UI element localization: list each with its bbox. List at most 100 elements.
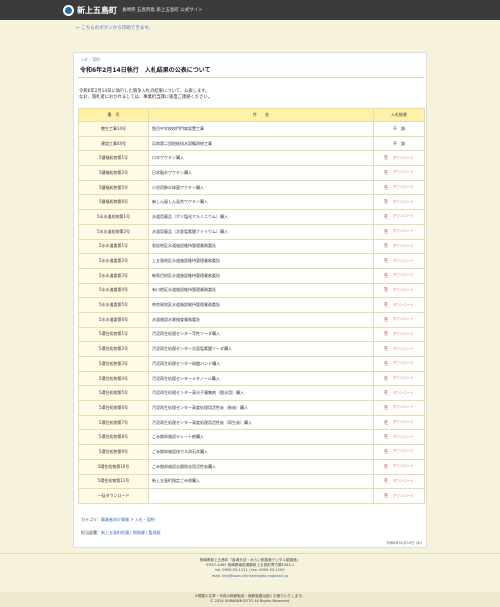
row-subject: ロタワクチン購入 xyxy=(148,150,374,167)
pdf-download-link[interactable]: ⎘ ダウンロード xyxy=(384,390,414,397)
pdf-label: ダウンロード xyxy=(392,420,414,425)
table-row: 5環住処物第10号 ごみ燃却施設水銀除去用活性炭購入 ⎘ ダウンロード xyxy=(78,458,425,475)
pdf-download-link[interactable]: ⎘ ダウンロード xyxy=(384,464,414,470)
row-number: 5水水道委第5号 xyxy=(78,297,149,313)
pdf-download-link[interactable]: ⎘ ダウンロード xyxy=(384,331,414,338)
copyright-text: © 2024 SHINKAMIGOTO All Rights Reserved. xyxy=(209,599,291,603)
pdf-download-link[interactable]: ⎘ ダウンロード xyxy=(384,243,414,250)
pdf-download-link[interactable]: ⎘ ダウンロード xyxy=(384,317,414,323)
site-subtitle: 長崎県 五島列島 新上五島町 公式サイト xyxy=(122,8,203,13)
print-link[interactable]: ← こちらのボタンから印刷できます。 xyxy=(76,25,153,31)
pdf-download-link[interactable]: ⎘ ダウンロード xyxy=(384,361,414,367)
row-subject: 汚泥再生処理センター硫酸バンド購入 xyxy=(148,356,374,372)
row-result: ⎘ ダウンロード xyxy=(373,400,425,416)
pdf-download-link[interactable]: ⎘ ダウンロード xyxy=(384,493,414,500)
row-subject: 汚泥再生処理センター高分子凝集剤（脱水用）購入 xyxy=(148,385,374,402)
pdf-label: ダウンロード xyxy=(392,258,414,263)
pdf-download-link[interactable]: ⎘ ダウンロード xyxy=(384,346,414,353)
category-label: カテゴリ： xyxy=(81,517,101,522)
pdf-icon: ⎘ xyxy=(384,347,388,353)
row-subject: ごみ燃却施設水銀除去用活性炭購入 xyxy=(148,458,374,475)
pdf-download-link[interactable]: ⎘ ダウンロード xyxy=(384,405,414,411)
table-row: 5環住処物第6号 汚泥再生処理センター高度処理用活性炭（新炭）購入 ⎘ ダウンロード xyxy=(78,400,425,416)
row-subject: 新魚目地区水道施設維持管理業務委託 xyxy=(148,267,374,284)
row-subject: 汚泥再生処理センターメタノール購入 xyxy=(148,370,374,387)
row-number: 5健福処物第2号 xyxy=(78,165,149,181)
table-row: 5水水道委第5号 奈良尾地区水道施設維持管理業務委託 ⎘ ダウンロード xyxy=(78,297,425,313)
pdf-download-link[interactable]: ⎘ ダウンロード xyxy=(384,258,414,265)
pdf-label: ダウンロード xyxy=(392,287,414,292)
site-name[interactable]: 新上五島町 xyxy=(77,5,117,16)
row-subject: 有川地区水道施設維持管理業務委託 xyxy=(148,282,374,299)
pdf-download-link[interactable]: ⎘ ダウンロード xyxy=(384,478,414,485)
row-result: ⎘ ダウンロード xyxy=(373,429,425,446)
row-number: 5環住処物第11号 xyxy=(78,473,149,490)
row-number: 5水水道委第3号 xyxy=(78,267,149,284)
pdf-label: ダウンロード xyxy=(392,493,414,498)
row-subject xyxy=(148,488,374,504)
pdf-download-link[interactable]: ⎘ ダウンロード xyxy=(384,434,414,441)
row-number: 5環住処物第6号 xyxy=(78,400,149,416)
pdf-download-link[interactable]: ⎘ ダウンロード xyxy=(384,287,414,294)
pdf-download-link[interactable]: ⎘ ダウンロード xyxy=(384,273,414,279)
row-result: ⎘ ダウンロード xyxy=(373,267,425,284)
row-number: 5環住処物第4号 xyxy=(78,370,149,387)
pdf-download-link[interactable]: ⎘ ダウンロード xyxy=(384,420,414,426)
table-row: 5健福処物第1号 ロタワクチン購入 ⎘ ダウンロード xyxy=(78,150,425,167)
row-subject: 小児用肺炎球菌ワクチン購入 xyxy=(148,179,374,196)
table-row: 5水水道委第3号 新魚目地区水道施設維持管理業務委託 ⎘ ダウンロード xyxy=(78,267,425,284)
table-row: 5水水道委第6号 水道施設水質検査業務委託 ⎘ ダウンロード xyxy=(78,311,425,328)
table-row: 5環住処物第7号 汚泥再生処理センター高度処理用活性炭（再生炭）購入 ⎘ ダウンロード xyxy=(78,414,425,431)
row-subject: ごみ燃却施設キレート剤購入 xyxy=(148,429,374,446)
pdf-icon: ⎘ xyxy=(384,376,388,382)
pdf-download-link[interactable]: ⎘ ダウンロード xyxy=(384,170,414,176)
category-row: カテゴリ：事業者向け情報 > 入札・契約 xyxy=(81,517,155,523)
row-result: ⎘ ダウンロード xyxy=(373,194,425,211)
row-subject: 浜串第二団地給排水設備改修工事 xyxy=(148,135,374,152)
table-row: 5水水道委第1号 若松地区水道施設維持管理業務委託 ⎘ ダウンロード xyxy=(78,238,425,255)
row-subject: 魚目中学校校門門扉設置工事 xyxy=(148,121,374,137)
pdf-icon: ⎘ xyxy=(384,361,388,367)
row-subject: 日本脳炎ワクチン購入 xyxy=(148,165,374,181)
pdf-download-link[interactable]: ⎘ ダウンロード xyxy=(384,185,414,191)
row-number: 一括ダウンロード xyxy=(78,488,149,504)
category-link-business[interactable]: 事業者向け情報 xyxy=(101,517,129,522)
pdf-download-link[interactable]: ⎘ ダウンロード xyxy=(384,376,414,382)
table-row: 5環住処物第2号 汚泥再生処理センター次亜塩素酸ソーダ購入 ⎘ ダウンロード xyxy=(78,341,425,357)
table-row: 5環住処物第5号 汚泥再生処理センター高分子凝集剤（脱水用）購入 ⎘ ダウンロード xyxy=(78,385,425,402)
pdf-label: ダウンロード xyxy=(392,214,414,219)
row-result: ⎘ ダウンロード xyxy=(373,341,425,357)
pdf-download-link[interactable]: ⎘ ダウンロード xyxy=(384,199,414,206)
row-result: ⎘ ダウンロード xyxy=(373,473,425,490)
town-logo-icon[interactable] xyxy=(63,4,74,16)
row-result: ⎘ ダウンロード xyxy=(373,326,425,343)
pdf-icon: ⎘ xyxy=(384,273,388,279)
category-link-bid[interactable]: 入札・契約 xyxy=(135,517,155,522)
row-number: 5健福処物第5号 xyxy=(78,179,149,196)
table-row: 5環住処物第11号 新上五島町指定ごみ袋購入 ⎘ ダウンロード xyxy=(78,473,425,490)
pdf-download-link[interactable]: ⎘ ダウンロード xyxy=(384,302,414,309)
row-number: 5環住処物第3号 xyxy=(78,356,149,372)
pdf-icon: ⎘ xyxy=(384,391,388,397)
row-number: 5健福処物第6号 xyxy=(78,194,149,211)
pdf-icon: ⎘ xyxy=(384,259,388,265)
pdf-download-link[interactable]: ⎘ ダウンロード xyxy=(384,449,414,455)
pdf-label: ダウンロード xyxy=(392,346,414,351)
pdf-label: ダウンロード xyxy=(392,390,414,395)
table-row: 一括ダウンロード ⎘ ダウンロード xyxy=(78,488,425,504)
row-subject: 汚泥再生処理センター苛性ソーダ購入 xyxy=(148,326,374,343)
pdf-download-link[interactable]: ⎘ ダウンロード xyxy=(384,229,414,235)
row-result: 不 調 xyxy=(373,121,425,137)
row-subject: 若松地区水道施設維持管理業務委託 xyxy=(148,238,374,255)
department-row: 担当部署：新上五島町役場 | 財務課 | 監理班 xyxy=(81,530,161,536)
pdf-download-link[interactable]: ⎘ ダウンロード xyxy=(384,155,414,162)
row-subject: 水道施設水質検査業務委託 xyxy=(148,311,374,328)
footer-email-link[interactable]: info@town.shinkamigoto.nagasaki.jp xyxy=(222,574,288,578)
pdf-label: ダウンロード xyxy=(392,273,414,278)
pdf-download-link[interactable]: ⎘ ダウンロード xyxy=(384,214,414,220)
pdf-label: ダウンロード xyxy=(392,199,414,204)
department-label: 担当部署： xyxy=(81,530,101,535)
row-number: 5環住処物第1号 xyxy=(78,326,149,343)
table-row: 5水水道委第4号 有川地区水道施設維持管理業務委託 ⎘ ダウンロード xyxy=(78,282,425,299)
department-link[interactable]: 新上五島町役場 | 財務課 | 監理班 xyxy=(101,530,161,535)
